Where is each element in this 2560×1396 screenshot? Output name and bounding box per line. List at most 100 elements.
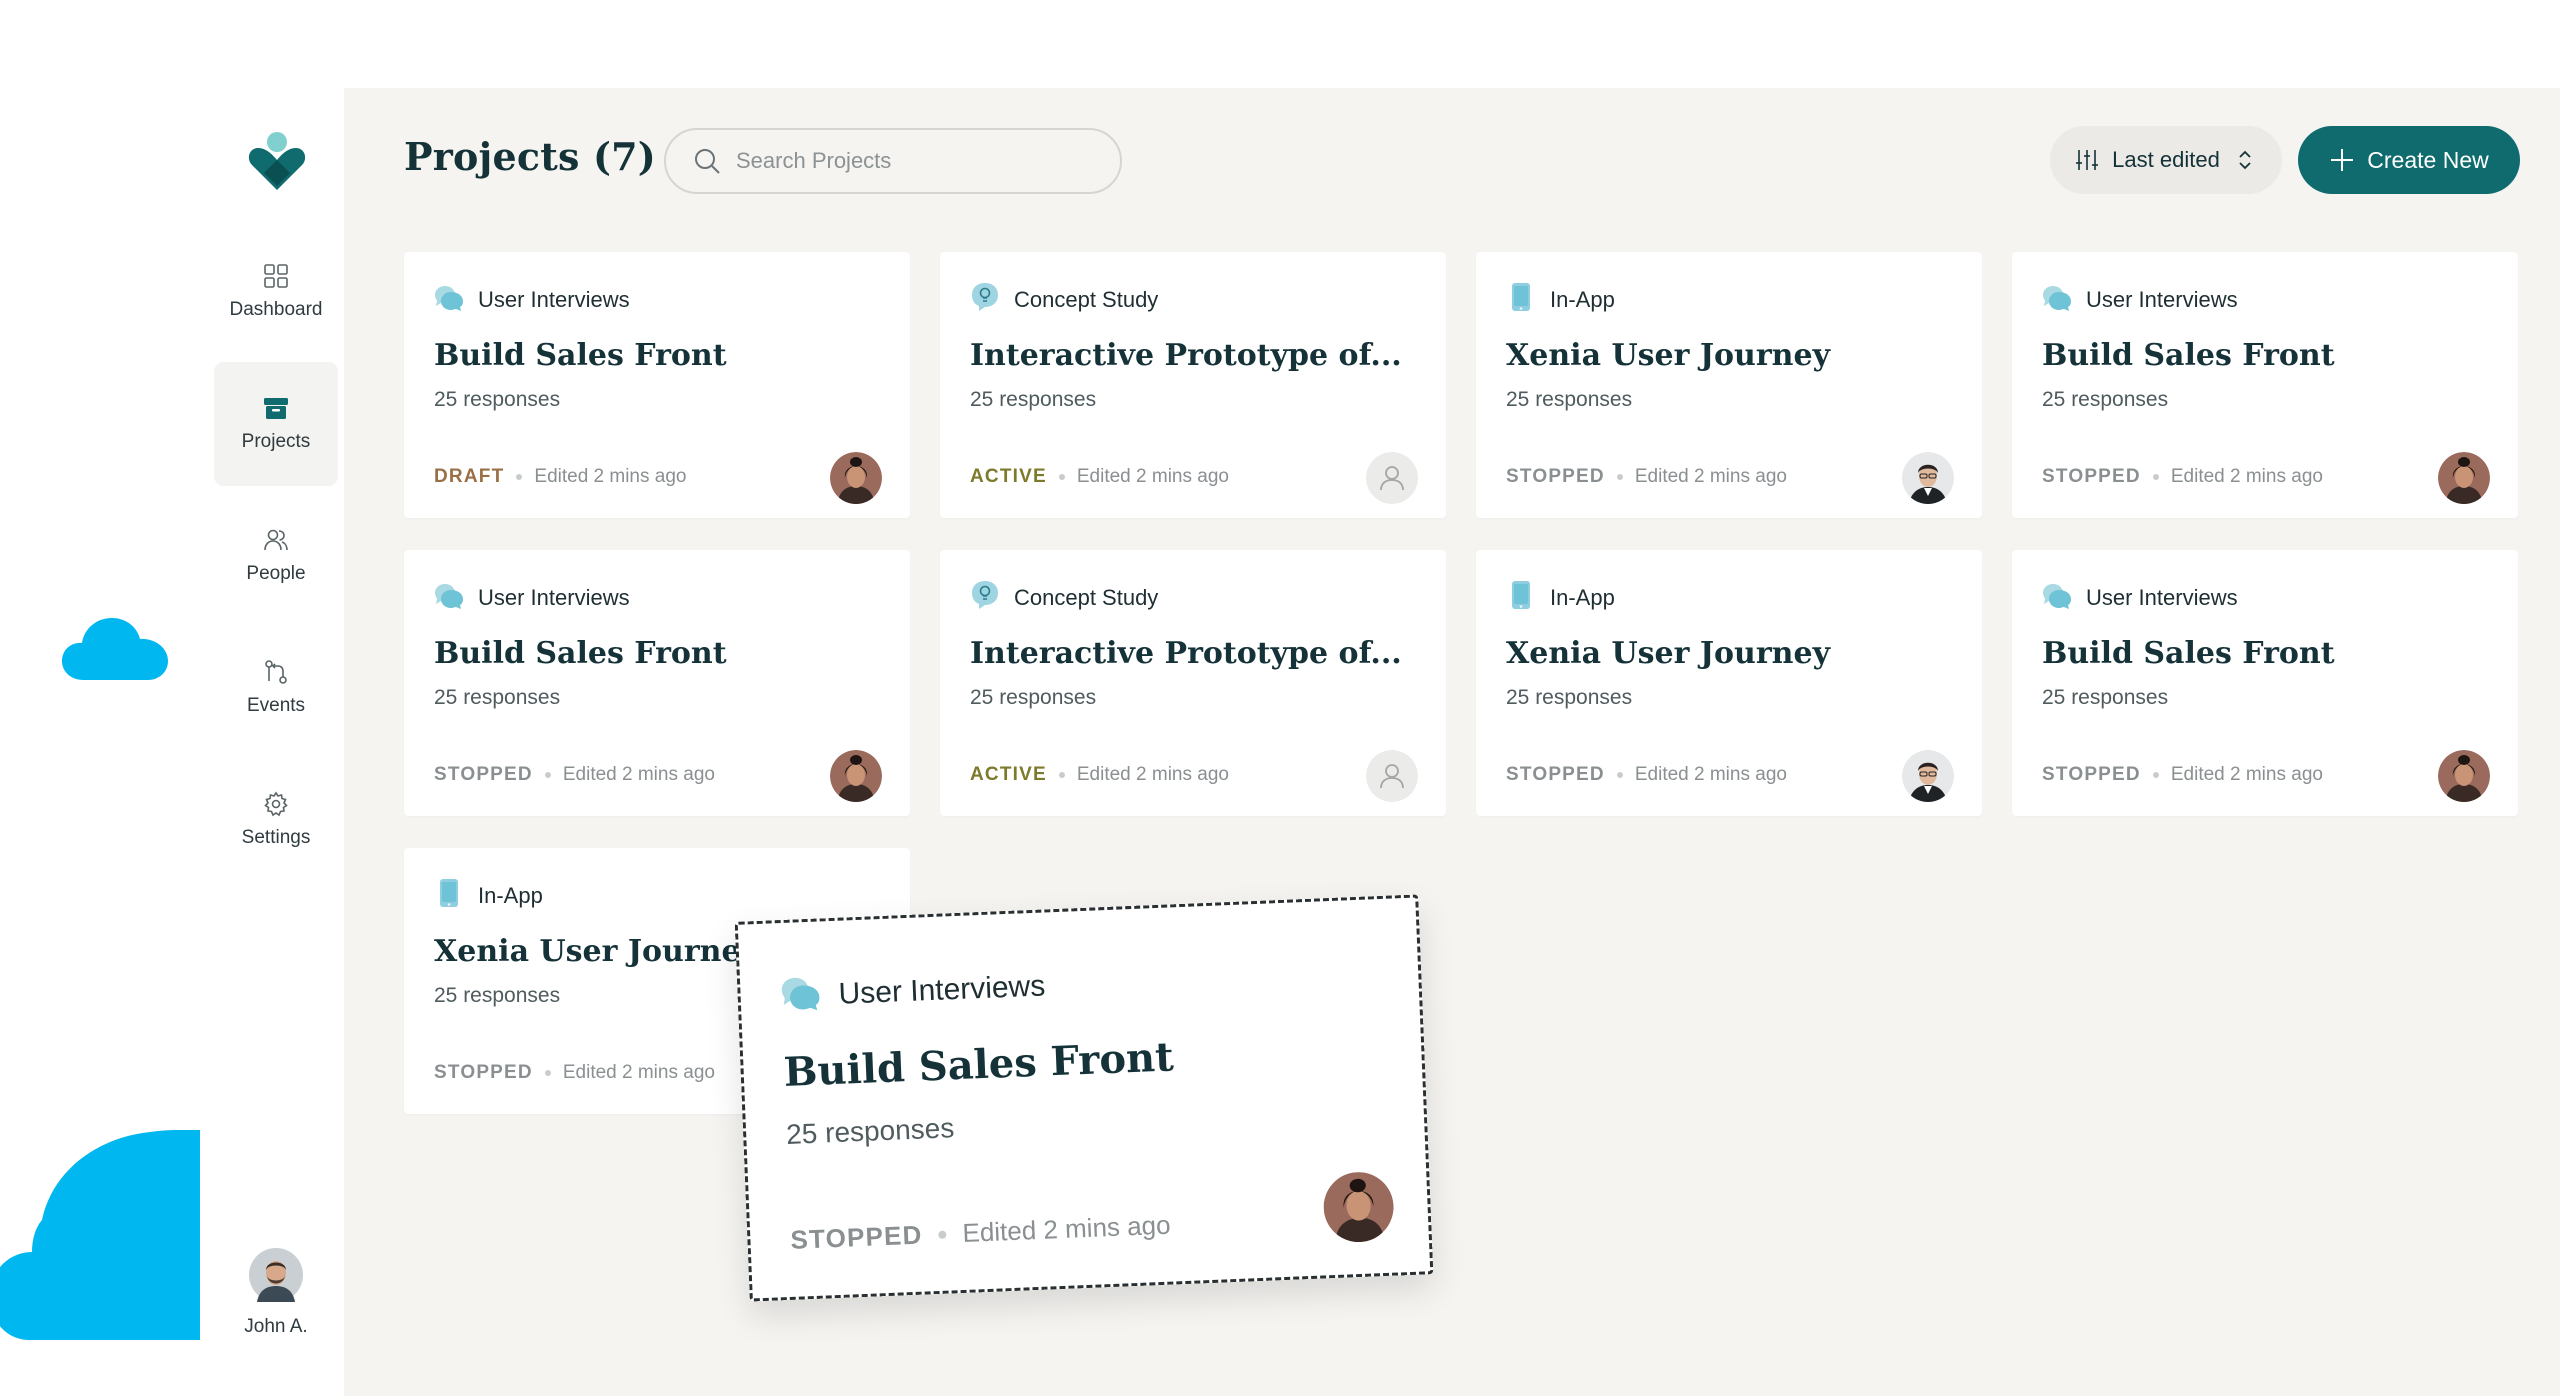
card-title: Interactive Prototype of...	[970, 338, 1402, 373]
project-card[interactable]: Concept Study Interactive Prototype of...…	[940, 252, 1446, 518]
status-badge: STOPPED	[2042, 466, 2141, 487]
sidebar: Dashboard Projects People Events Setting…	[200, 88, 344, 1396]
card-footer: DRAFT Edited 2 mins ago	[434, 466, 686, 488]
card-category: User Interviews	[434, 282, 630, 318]
search-input[interactable]	[736, 148, 1096, 174]
card-category: In-App	[1506, 282, 1615, 318]
card-title: Build Sales Front	[2042, 636, 2335, 671]
project-card[interactable]: User Interviews Build Sales Front 25 respo…	[404, 550, 910, 816]
owner-avatar[interactable]	[1902, 452, 1954, 504]
heart-logo-icon[interactable]	[248, 132, 306, 192]
owner-avatar[interactable]	[1366, 452, 1418, 504]
gear-icon	[264, 791, 288, 817]
card-category-label: In-App	[1550, 287, 1615, 312]
owner-avatar[interactable]	[830, 750, 882, 802]
chat-bubbles-icon	[2042, 580, 2072, 616]
chat-bubbles-icon	[780, 972, 822, 1022]
owner-avatar[interactable]	[1322, 1171, 1395, 1244]
card-responses: 25 responses	[434, 388, 561, 411]
project-card[interactable]: Concept Study Interactive Prototype of...…	[940, 550, 1446, 816]
sidebar-item-label: Settings	[241, 827, 311, 848]
edited-time: Edited 2 mins ago	[1634, 466, 1787, 487]
card-category-label: User Interviews	[837, 969, 1046, 1011]
chat-bubbles-icon	[2042, 282, 2072, 318]
sidebar-item-events[interactable]: Events	[214, 626, 338, 750]
sort-label: Last edited	[2112, 147, 2220, 172]
card-footer: STOPPED Edited 2 mins ago	[790, 1210, 1171, 1256]
project-card[interactable]: User Interviews Build Sales Front 25 respo…	[2012, 252, 2518, 518]
owner-avatar[interactable]	[2438, 750, 2490, 802]
card-responses: 25 responses	[970, 686, 1097, 709]
card-category-label: In-App	[1550, 585, 1615, 610]
separator-dot	[2152, 474, 2159, 480]
project-card[interactable]: User Interviews Build Sales Front 25 respo…	[404, 252, 910, 518]
card-category-label: User Interviews	[2086, 585, 2238, 610]
card-title: Interactive Prototype of...	[970, 636, 1402, 671]
card-category-label: User Interviews	[478, 287, 630, 312]
create-new-button[interactable]: Create New	[2298, 126, 2520, 194]
lightbulb-bubble-icon	[970, 282, 1000, 318]
project-card[interactable]: In-App Xenia User Journey 25 responses STOP…	[1476, 252, 1982, 518]
card-category: In-App	[434, 878, 543, 914]
sidebar-item-dashboard[interactable]: Dashboard	[214, 230, 338, 354]
separator-dot	[2152, 772, 2159, 778]
card-category-label: User Interviews	[2086, 287, 2238, 312]
archive-box-icon	[264, 398, 288, 419]
search-bar[interactable]	[664, 128, 1122, 194]
card-category: User Interviews	[2042, 282, 2238, 318]
sidebar-item-label: Events	[246, 695, 306, 716]
card-responses: 25 responses	[970, 388, 1097, 411]
separator-dot	[1058, 474, 1065, 480]
owner-avatar[interactable]	[830, 452, 882, 504]
status-badge: STOPPED	[2042, 764, 2141, 785]
edited-time: Edited 2 mins ago	[961, 1209, 1172, 1248]
card-footer: STOPPED Edited 2 mins ago	[2042, 764, 2323, 786]
edited-time: Edited 2 mins ago	[2170, 466, 2323, 487]
phone-icon	[1506, 282, 1536, 318]
edited-time: Edited 2 mins ago	[562, 1062, 715, 1083]
card-responses: 25 responses	[2042, 686, 2169, 709]
card-category: Concept Study	[970, 282, 1158, 318]
card-category: User Interviews	[780, 962, 1046, 1021]
create-new-label: Create New	[2367, 146, 2489, 173]
card-title: Build Sales Front	[782, 1033, 1175, 1097]
sliders-icon	[2076, 150, 2099, 170]
status-badge: ACTIVE	[970, 466, 1047, 487]
chevron-up-down-icon	[2239, 150, 2251, 170]
current-user[interactable]: John A.	[214, 1248, 338, 1338]
sidebar-item-label: People	[246, 563, 306, 584]
separator-dot	[1058, 772, 1065, 778]
card-title: Xenia User Journey	[1506, 338, 1830, 373]
sidebar-item-people[interactable]: People	[214, 494, 338, 618]
card-footer: ACTIVE Edited 2 mins ago	[970, 466, 1229, 488]
card-title: Build Sales Front	[434, 338, 727, 373]
card-responses: 25 responses	[434, 984, 561, 1007]
card-category-label: Concept Study	[1014, 287, 1159, 312]
sort-dropdown[interactable]: Last edited	[2050, 126, 2282, 194]
lightbulb-bubble-icon	[970, 580, 1000, 616]
card-responses: 25 responses	[434, 686, 561, 709]
card-footer: STOPPED Edited 2 mins ago	[1506, 466, 1787, 488]
card-title: Build Sales Front	[434, 636, 727, 671]
cloud-icon	[62, 618, 168, 680]
users-icon	[264, 529, 288, 551]
owner-avatar[interactable]	[2438, 452, 2490, 504]
sidebar-item-settings[interactable]: Settings	[214, 758, 338, 882]
dragged-project-card[interactable]: User Interviews Build Sales Front 25 res…	[734, 894, 1434, 1302]
main-content: Projects (7) Last edited Create New U	[344, 88, 2560, 1396]
card-title: Xenia User Journey	[1506, 636, 1830, 671]
sidebar-item-label: Dashboard	[229, 299, 323, 320]
flow-icon	[265, 660, 287, 684]
owner-avatar[interactable]	[1902, 750, 1954, 802]
card-category-label: Concept Study	[1014, 585, 1159, 610]
card-footer: STOPPED Edited 2 mins ago	[434, 764, 715, 786]
chat-bubbles-icon	[434, 580, 464, 616]
sidebar-item-projects[interactable]: Projects	[214, 362, 338, 486]
separator-dot	[516, 474, 523, 480]
card-footer: STOPPED Edited 2 mins ago	[2042, 466, 2323, 488]
project-card[interactable]: User Interviews Build Sales Front 25 respo…	[2012, 550, 2518, 816]
owner-avatar[interactable]	[1366, 750, 1418, 802]
card-category-label: In-App	[478, 883, 543, 908]
project-card[interactable]: In-App Xenia User Journey 25 responses STOP…	[1476, 550, 1982, 816]
card-category: User Interviews	[2042, 580, 2238, 616]
